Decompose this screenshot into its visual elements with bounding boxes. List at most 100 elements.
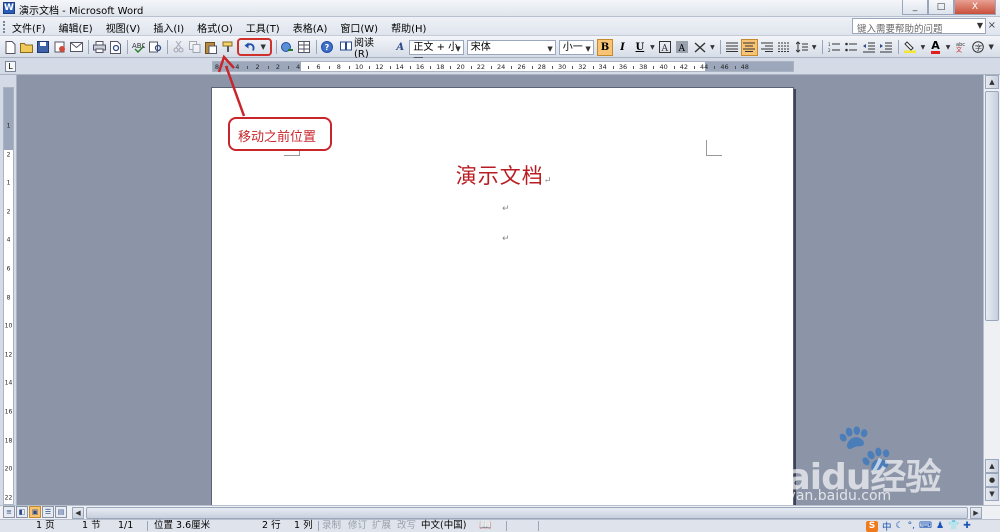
new-document-icon[interactable] [3,39,18,56]
menu-tools[interactable]: 工具(T) [246,20,280,35]
menu-window[interactable]: 窗口(W) [340,20,378,35]
menu-format[interactable]: 格式(O) [197,20,233,35]
char-border-icon[interactable]: A [657,39,673,56]
paste-icon[interactable] [204,39,219,56]
save-icon[interactable] [36,39,51,56]
margin-corner-mark [706,140,722,156]
chevron-down-icon: ▼ [547,44,553,53]
italic-button[interactable]: I [614,39,630,56]
horizontal-scroll-track[interactable]: ◀ ▶ [72,507,982,519]
distributed-align-icon[interactable] [776,39,792,56]
email-icon[interactable] [68,39,83,56]
sogou-logo-icon[interactable]: S [866,520,878,532]
browse-object-icon[interactable]: ● [985,473,999,487]
increase-indent-icon[interactable] [878,39,894,56]
keyboard-icon[interactable]: ⌨ [919,521,932,531]
ruler-strip[interactable]: 8 4 2 2 4 6 8 10 12 14 16 18 20 22 24 26 28 30 32 34 36 38 40 4… [212,61,794,72]
chevron-down-icon[interactable]: ▼ [977,21,983,30]
char-shading-icon[interactable]: A [674,39,690,56]
align-justify-icon[interactable] [724,39,740,56]
styles-formatting-icon[interactable]: A [392,39,408,56]
status-overtype[interactable]: 改写 [397,520,416,532]
hyperlink-icon[interactable] [280,39,295,56]
print-preview-icon[interactable] [108,39,123,56]
scroll-up-icon[interactable]: ▲ [985,459,999,473]
line-spacing-icon[interactable] [793,39,809,56]
style-select[interactable]: 正文 + 小一 ▼ [409,39,464,65]
moon-icon[interactable]: ☾ [896,521,904,531]
vertical-ruler-label: 16 [4,408,13,416]
font-color-dropdown-icon[interactable]: ▼ [945,39,952,56]
phonetic-guide-icon[interactable]: abc 文 [952,39,968,56]
char-scaling-icon[interactable] [692,39,708,56]
highlight-icon[interactable] [902,39,918,56]
word-app-icon[interactable]: W [3,2,15,14]
scroll-up-icon[interactable]: ▲ [985,75,999,89]
status-record[interactable]: 录制 [322,520,341,532]
close-button[interactable]: X [954,0,996,15]
copy-icon[interactable] [187,39,202,56]
vertical-scroll-thumb[interactable] [985,91,999,321]
scroll-right-icon[interactable]: ▶ [970,507,982,519]
reading-view-icon[interactable]: ▤ [55,506,67,518]
menu-table[interactable]: 表格(A) [293,20,328,35]
status-column: 1 列 [294,520,313,531]
outline-view-icon[interactable]: ☰ [42,506,54,518]
spelling-status-icon[interactable]: 📖 [479,520,491,532]
align-right-icon[interactable] [759,39,775,56]
font-select[interactable]: 宋体 ▼ [466,39,556,55]
print-layout-icon[interactable]: ▣ [29,506,41,518]
punctuation-icon[interactable]: °, [908,521,915,531]
font-color-icon[interactable]: A [927,39,943,56]
numbering-icon[interactable]: 12 [826,39,842,56]
menu-insert[interactable]: 插入(I) [153,20,184,35]
menu-edit[interactable]: 编辑(E) [59,20,93,35]
open-folder-icon[interactable] [19,39,34,56]
skin-icon[interactable]: 👕 [948,521,959,531]
vertical-scrollbar[interactable]: ▲ ▲ ● ▼ [983,75,1000,505]
research-icon[interactable] [148,39,163,56]
enclose-characters-icon[interactable]: 字 [970,39,986,56]
undo-icon[interactable] [241,39,258,56]
permission-icon[interactable] [52,39,67,56]
menu-help[interactable]: 帮助(H) [391,20,426,35]
vertical-ruler-strip[interactable]: 1 2 1 2 4 6 8 10 12 14 16 18 20 22 [3,87,14,505]
web-layout-icon[interactable]: ◧ [16,506,28,518]
user-icon[interactable]: ♟ [936,521,944,531]
align-center-icon[interactable] [741,38,758,56]
highlight-dropdown-icon[interactable]: ▼ [920,39,927,56]
underline-button[interactable]: U [632,39,648,56]
cut-icon[interactable] [171,39,186,56]
normal-view-icon[interactable]: ≡ [3,506,15,518]
help-icon[interactable]: ? [320,39,335,56]
tab-selector[interactable]: L [5,61,16,72]
tools-icon[interactable]: ✚ [963,521,971,531]
spelling-check-icon[interactable]: ABC [131,39,146,56]
font-size-select[interactable]: 小一 ▼ [558,39,594,55]
menubar-grip[interactable] [3,21,6,33]
scroll-down-icon[interactable]: ▼ [985,487,999,501]
format-painter-icon[interactable] [220,39,235,56]
maximize-button[interactable]: □ [928,0,954,15]
toolbar-options-icon[interactable]: ▼ [987,39,995,56]
undo-dropdown-icon[interactable]: ▼ [259,39,267,56]
print-icon[interactable] [92,39,107,56]
bullets-icon[interactable] [843,39,859,56]
help-search-input[interactable]: 键入需要帮助的问题 ▼ [852,18,986,35]
bold-button[interactable]: B [596,38,614,56]
menu-view[interactable]: 视图(V) [106,20,141,35]
line-spacing-dropdown-icon[interactable]: ▼ [811,39,818,56]
char-scaling-dropdown-icon[interactable]: ▼ [709,39,716,56]
scroll-left-icon[interactable]: ◀ [72,507,84,519]
underline-dropdown-icon[interactable]: ▼ [649,39,656,56]
reading-layout-button[interactable]: 阅读(R) [336,38,388,60]
menu-file[interactable]: 文件(F) [12,20,46,35]
decrease-indent-icon[interactable] [860,39,876,56]
document-close-icon[interactable]: × [988,20,996,31]
horizontal-scroll-thumb[interactable] [86,507,968,519]
tables-borders-icon[interactable] [296,39,311,56]
status-track-changes[interactable]: 修订 [348,520,367,532]
ime-mode[interactable]: 中 [882,519,892,532]
minimize-button[interactable]: _ [902,0,928,15]
status-extend[interactable]: 扩展 [372,520,391,532]
